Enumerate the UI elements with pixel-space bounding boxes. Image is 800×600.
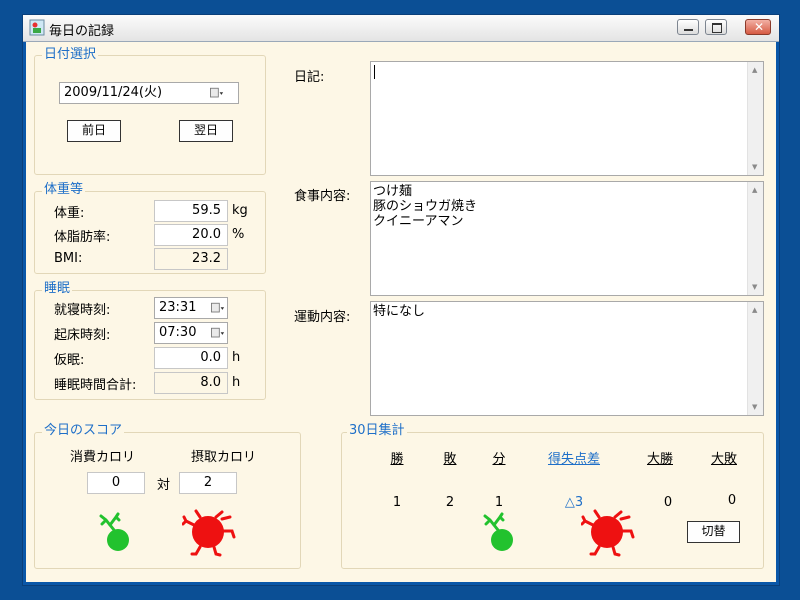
date-picker[interactable]: 2009/11/24(火) xyxy=(59,82,239,104)
draws-value: 1 xyxy=(494,495,504,510)
sleep-total-unit: h xyxy=(232,375,241,390)
sleep-total-value: 8.0 xyxy=(154,372,228,394)
prev-day-button[interactable]: 前日 xyxy=(67,120,121,142)
diary-label: 日記: xyxy=(294,70,325,85)
date-value: 2009/11/24(火) xyxy=(64,85,163,100)
bedtime-value: 23:31 xyxy=(159,300,197,315)
calendar-dropdown-icon[interactable] xyxy=(210,87,224,100)
window-title: 毎日の記録 xyxy=(49,24,115,39)
green-character-icon xyxy=(99,512,129,551)
minimize-icon xyxy=(684,29,693,31)
close-icon: ✕ xyxy=(754,20,765,34)
close-button[interactable]: ✕ xyxy=(745,19,771,35)
bmi-label: BMI: xyxy=(54,251,83,266)
scroll-down-icon[interactable]: ▼ xyxy=(752,163,757,171)
consumed-calorie-value: 0 xyxy=(87,472,145,494)
losses-value: 2 xyxy=(445,495,455,510)
meal-label: 食事内容: xyxy=(294,189,351,204)
title-bar: 毎日の記録 ✕ xyxy=(23,15,779,42)
meal-scrollbar[interactable]: ▲ ▼ xyxy=(747,182,763,295)
date-group-legend: 日付選択 xyxy=(42,47,99,62)
weight-group-legend: 体重等 xyxy=(42,182,86,197)
goal-difference-link[interactable]: 得失点差 xyxy=(534,448,614,467)
big-losses-header: 大敗 xyxy=(710,452,737,467)
scroll-down-icon[interactable]: ▼ xyxy=(752,283,757,291)
scroll-up-icon[interactable]: ▲ xyxy=(752,66,757,74)
sleep-group-legend: 睡眠 xyxy=(42,281,73,296)
waketime-value: 07:30 xyxy=(159,325,197,340)
vs-label: 対 xyxy=(157,478,171,493)
red-character-icon xyxy=(581,509,635,557)
weight-unit: kg xyxy=(232,203,248,218)
intake-calorie-label: 摂取カロリ xyxy=(191,450,257,465)
summary-group-legend: 30日集計 xyxy=(347,423,407,438)
next-day-button[interactable]: 翌日 xyxy=(179,120,233,142)
text-caret xyxy=(374,65,375,79)
exercise-label: 運動内容: xyxy=(294,310,351,325)
diary-scrollbar[interactable]: ▲ ▼ xyxy=(747,62,763,175)
bmi-value: 23.2 xyxy=(154,248,228,270)
scroll-down-icon[interactable]: ▼ xyxy=(752,403,757,411)
maximize-icon xyxy=(712,23,722,33)
meal-textarea[interactable]: つけ麺 豚のショウガ焼き クイニーアマン ▲ ▼ xyxy=(370,181,764,296)
time-dropdown-icon[interactable] xyxy=(211,327,225,340)
scroll-up-icon[interactable]: ▲ xyxy=(752,186,757,194)
intake-calorie-value: 2 xyxy=(179,472,237,494)
bedtime-label: 就寝時刻: xyxy=(54,303,111,318)
draws-header: 分 xyxy=(492,452,506,467)
goal-difference-value: △3 xyxy=(564,495,584,510)
exercise-text: 特になし xyxy=(373,304,426,319)
big-losses-value: 0 xyxy=(727,493,737,508)
date-select-group xyxy=(34,55,266,175)
score-group-legend: 今日のスコア xyxy=(42,423,125,438)
exercise-textarea[interactable]: 特になし ▲ ▼ xyxy=(370,301,764,416)
big-wins-value: 0 xyxy=(663,495,673,510)
weight-input[interactable]: 59.5 xyxy=(154,200,228,222)
nap-unit: h xyxy=(232,350,241,365)
sleep-total-label: 睡眠時間合計: xyxy=(54,378,137,393)
green-character-icon xyxy=(483,512,513,551)
switch-button[interactable]: 切替 xyxy=(687,521,740,543)
wins-value: 1 xyxy=(392,495,402,510)
waketime-label: 起床時刻: xyxy=(54,328,111,343)
client-area: 日付選択 2009/11/24(火) 前日 翌日 体重等 体重: 59.5 kg… xyxy=(26,42,776,582)
body-fat-unit: % xyxy=(232,227,245,242)
maximize-button[interactable] xyxy=(705,19,727,35)
red-character-icon xyxy=(182,509,236,557)
time-dropdown-icon[interactable] xyxy=(211,302,225,315)
exercise-scrollbar[interactable]: ▲ ▼ xyxy=(747,302,763,415)
app-window: 毎日の記録 ✕ 日付選択 2009/11/24(火) 前日 翌日 体重等 体重:… xyxy=(22,14,780,586)
meal-text: つけ麺 豚のショウガ焼き クイニーアマン xyxy=(373,184,478,229)
minimize-button[interactable] xyxy=(677,19,699,35)
big-wins-header: 大勝 xyxy=(646,452,673,467)
nap-label: 仮眠: xyxy=(54,353,85,368)
losses-header: 敗 xyxy=(443,452,457,467)
scroll-up-icon[interactable]: ▲ xyxy=(752,306,757,314)
app-icon xyxy=(29,19,45,36)
weight-label: 体重: xyxy=(54,206,85,221)
body-fat-label: 体脂肪率: xyxy=(54,230,111,245)
consumed-calorie-label: 消費カロリ xyxy=(70,450,136,465)
diary-textarea[interactable]: ▲ ▼ xyxy=(370,61,764,176)
bedtime-picker[interactable]: 23:31 xyxy=(154,297,228,319)
nap-input[interactable]: 0.0 xyxy=(154,347,228,369)
body-fat-input[interactable]: 20.0 xyxy=(154,224,228,246)
wins-header: 勝 xyxy=(390,452,404,467)
waketime-picker[interactable]: 07:30 xyxy=(154,322,228,344)
